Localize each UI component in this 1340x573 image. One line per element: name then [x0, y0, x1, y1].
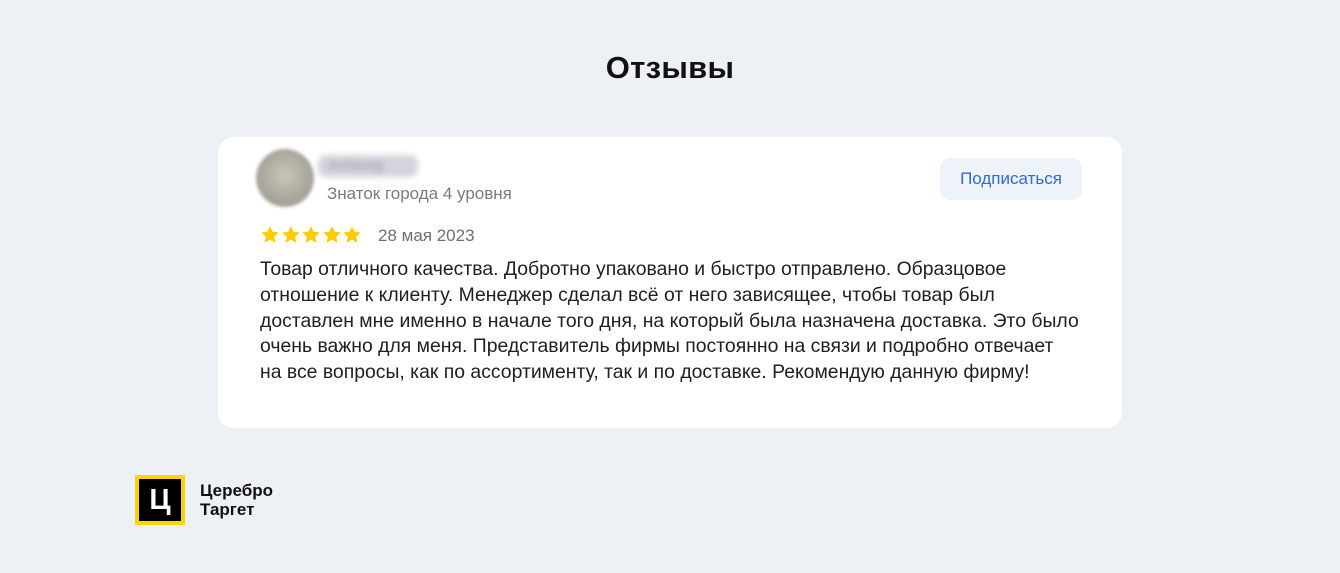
subscribe-button[interactable]: Подписаться	[940, 158, 1082, 200]
star-icon	[261, 226, 279, 243]
rating-stars	[260, 223, 363, 247]
star-icon	[322, 226, 341, 243]
brand-name-line1: Церебро	[200, 481, 273, 500]
star-icon	[281, 226, 300, 243]
page-title: Отзывы	[605, 50, 735, 85]
brand-letter: Ц	[144, 484, 176, 516]
brand-name-line2: Таргет	[200, 500, 255, 519]
review-text: Товар отличного качества. Добротно упако…	[260, 258, 1079, 384]
avatar[interactable]	[256, 149, 314, 207]
brand-logo: Ц Церебро Таргет	[135, 475, 273, 525]
star-icon	[302, 226, 320, 243]
user-name: Achtung	[328, 157, 384, 174]
user-level: Знаток города 4 уровня	[327, 184, 512, 203]
review-date: 28 мая 2023	[378, 226, 475, 245]
user-name-blurred[interactable]: Achtung	[318, 155, 418, 177]
review-card: Achtung Знаток города 4 уровня Подписать…	[218, 137, 1122, 428]
brand-name: Церебро Таргет	[200, 481, 273, 519]
star-icon	[343, 226, 361, 243]
brand-mark: Ц	[135, 475, 185, 525]
